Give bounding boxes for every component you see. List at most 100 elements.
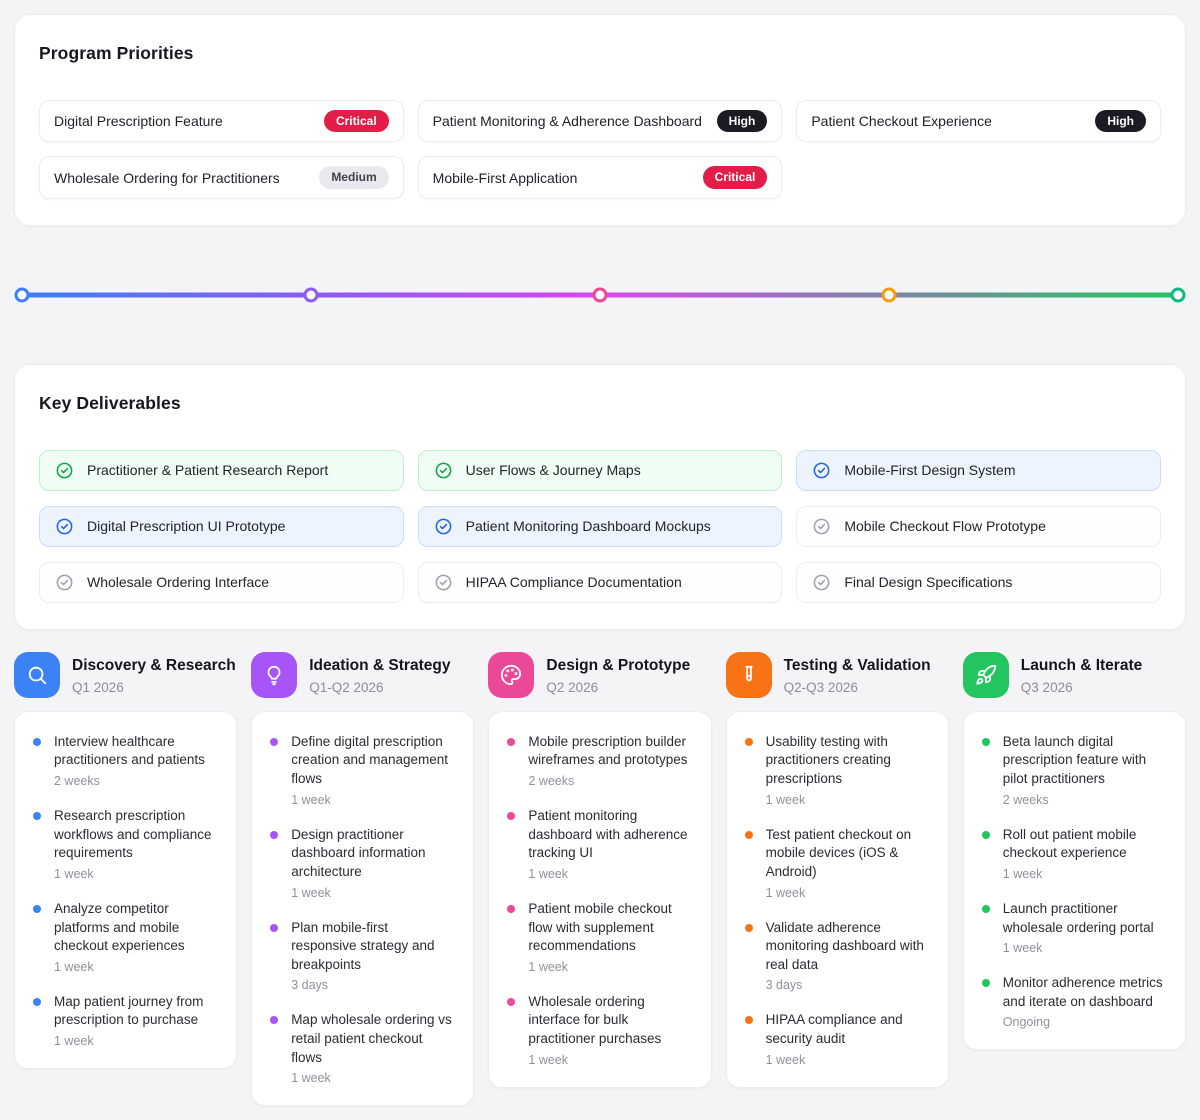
priority-label: Mobile-First Application bbox=[433, 170, 578, 186]
priorities-grid: Digital Prescription Feature Critical Pa… bbox=[39, 100, 1161, 199]
task-duration: 1 week bbox=[528, 1053, 692, 1067]
lightbulb-icon bbox=[251, 652, 297, 698]
task-item: Mobile prescription builder wireframes a… bbox=[507, 733, 692, 788]
deliverable-label: HIPAA Compliance Documentation bbox=[466, 574, 682, 590]
check-circle-icon bbox=[55, 517, 74, 536]
check-circle-icon bbox=[812, 573, 831, 592]
task-item: Patient mobile checkout flow with supple… bbox=[507, 900, 692, 974]
deliverable-label: Patient Monitoring Dashboard Mockups bbox=[466, 518, 711, 534]
deliverables-grid: Practitioner & Patient Research Report U… bbox=[39, 450, 1161, 603]
task-duration: 2 weeks bbox=[1003, 793, 1167, 807]
timeline-node-icon bbox=[304, 287, 319, 302]
task-duration: 2 weeks bbox=[54, 774, 218, 788]
priority-item[interactable]: Wholesale Ordering for Practitioners Med… bbox=[39, 156, 404, 198]
check-circle-icon bbox=[812, 517, 831, 536]
deliverable-item[interactable]: Digital Prescription UI Prototype bbox=[39, 506, 404, 547]
phase-column: Discovery & Research Q1 2026 Interview h… bbox=[14, 652, 237, 1069]
task-duration: Ongoing bbox=[1003, 1015, 1167, 1029]
priority-label: Digital Prescription Feature bbox=[54, 113, 223, 129]
deliverable-item[interactable]: Final Design Specifications bbox=[796, 562, 1161, 603]
task-item: Plan mobile-first responsive strategy an… bbox=[270, 919, 455, 993]
task-item: Interview healthcare practitioners and p… bbox=[33, 733, 218, 788]
deliverable-item[interactable]: User Flows & Journey Maps bbox=[418, 450, 783, 491]
task-text: Map patient journey from prescription to… bbox=[54, 993, 218, 1030]
priority-badge: Critical bbox=[324, 110, 389, 132]
phase-title: Design & Prototype bbox=[546, 655, 690, 677]
priority-item[interactable]: Patient Checkout Experience High bbox=[796, 100, 1161, 142]
task-duration: 1 week bbox=[528, 867, 692, 881]
phase-period: Q3 2026 bbox=[1021, 680, 1142, 695]
timeline-section bbox=[14, 226, 1186, 364]
deliverable-label: Mobile Checkout Flow Prototype bbox=[844, 518, 1046, 534]
phases-grid: Discovery & Research Q1 2026 Interview h… bbox=[14, 652, 1186, 1107]
phase-column: Launch & Iterate Q3 2026 Beta launch dig… bbox=[963, 652, 1186, 1051]
task-item: Beta launch digital prescription feature… bbox=[982, 733, 1167, 807]
task-duration: 2 weeks bbox=[528, 774, 692, 788]
task-duration: 1 week bbox=[1003, 867, 1167, 881]
search-icon bbox=[14, 652, 60, 698]
check-circle-icon bbox=[434, 573, 453, 592]
check-circle-icon bbox=[434, 517, 453, 536]
key-deliverables-card: Key Deliverables Practitioner & Patient … bbox=[14, 364, 1186, 630]
phase-header: Launch & Iterate Q3 2026 bbox=[963, 652, 1186, 698]
timeline bbox=[22, 288, 1178, 302]
task-text: Analyze competitor platforms and mobile … bbox=[54, 900, 218, 956]
task-duration: 1 week bbox=[291, 1071, 455, 1085]
bullet-dot-icon bbox=[33, 738, 41, 746]
task-duration: 1 week bbox=[54, 867, 218, 881]
task-text: Beta launch digital prescription feature… bbox=[1003, 733, 1167, 789]
timeline-node-icon bbox=[882, 287, 897, 302]
task-duration: 1 week bbox=[291, 886, 455, 900]
deliverable-item[interactable]: Wholesale Ordering Interface bbox=[39, 562, 404, 603]
task-item: Research prescription workflows and comp… bbox=[33, 807, 218, 881]
deliverable-label: Digital Prescription UI Prototype bbox=[87, 518, 285, 534]
task-item: Launch practitioner wholesale ordering p… bbox=[982, 900, 1167, 955]
bullet-dot-icon bbox=[745, 924, 753, 932]
task-text: Roll out patient mobile checkout experie… bbox=[1003, 826, 1167, 863]
priority-badge: High bbox=[1095, 110, 1146, 132]
task-text: Research prescription workflows and comp… bbox=[54, 807, 218, 863]
task-duration: 1 week bbox=[766, 886, 930, 900]
timeline-node-icon bbox=[1171, 287, 1186, 302]
key-deliverables-title: Key Deliverables bbox=[39, 393, 1161, 414]
program-priorities-title: Program Priorities bbox=[39, 43, 1161, 64]
task-duration: 1 week bbox=[54, 960, 218, 974]
bullet-dot-icon bbox=[982, 738, 990, 746]
phase-title: Launch & Iterate bbox=[1021, 655, 1142, 677]
deliverable-item[interactable]: Mobile Checkout Flow Prototype bbox=[796, 506, 1161, 547]
task-item: Analyze competitor platforms and mobile … bbox=[33, 900, 218, 974]
deliverable-item[interactable]: HIPAA Compliance Documentation bbox=[418, 562, 783, 603]
deliverable-label: Practitioner & Patient Research Report bbox=[87, 462, 328, 478]
task-item: Define digital prescription creation and… bbox=[270, 733, 455, 807]
priority-item[interactable]: Mobile-First Application Critical bbox=[418, 156, 783, 198]
bullet-dot-icon bbox=[745, 738, 753, 746]
deliverable-item[interactable]: Mobile-First Design System bbox=[796, 450, 1161, 491]
deliverable-label: Final Design Specifications bbox=[844, 574, 1012, 590]
deliverable-item[interactable]: Practitioner & Patient Research Report bbox=[39, 450, 404, 491]
phase-header: Testing & Validation Q2-Q3 2026 bbox=[726, 652, 949, 698]
priority-item[interactable]: Digital Prescription Feature Critical bbox=[39, 100, 404, 142]
rocket-icon bbox=[963, 652, 1009, 698]
task-text: Plan mobile-first responsive strategy an… bbox=[291, 919, 455, 975]
phase-title: Discovery & Research bbox=[72, 655, 236, 677]
bullet-dot-icon bbox=[507, 812, 515, 820]
bullet-dot-icon bbox=[270, 1016, 278, 1024]
task-duration: 1 week bbox=[766, 1053, 930, 1067]
bullet-dot-icon bbox=[507, 905, 515, 913]
task-text: Launch practitioner wholesale ordering p… bbox=[1003, 900, 1167, 937]
phase-task-card: Mobile prescription builder wireframes a… bbox=[488, 711, 711, 1088]
phase-task-card: Beta launch digital prescription feature… bbox=[963, 711, 1186, 1051]
priority-item[interactable]: Patient Monitoring & Adherence Dashboard… bbox=[418, 100, 783, 142]
bullet-dot-icon bbox=[982, 979, 990, 987]
task-item: HIPAA compliance and security audit 1 we… bbox=[745, 1011, 930, 1066]
task-text: Wholesale ordering interface for bulk pr… bbox=[528, 993, 692, 1049]
bullet-dot-icon bbox=[270, 924, 278, 932]
priority-badge: High bbox=[717, 110, 768, 132]
task-text: Interview healthcare practitioners and p… bbox=[54, 733, 218, 770]
deliverable-item[interactable]: Patient Monitoring Dashboard Mockups bbox=[418, 506, 783, 547]
phase-task-card: Usability testing with practitioners cre… bbox=[726, 711, 949, 1088]
task-text: Usability testing with practitioners cre… bbox=[766, 733, 930, 789]
task-text: HIPAA compliance and security audit bbox=[766, 1011, 930, 1048]
phase-column: Ideation & Strategy Q1-Q2 2026 Define di… bbox=[251, 652, 474, 1107]
task-duration: 3 days bbox=[766, 978, 930, 992]
